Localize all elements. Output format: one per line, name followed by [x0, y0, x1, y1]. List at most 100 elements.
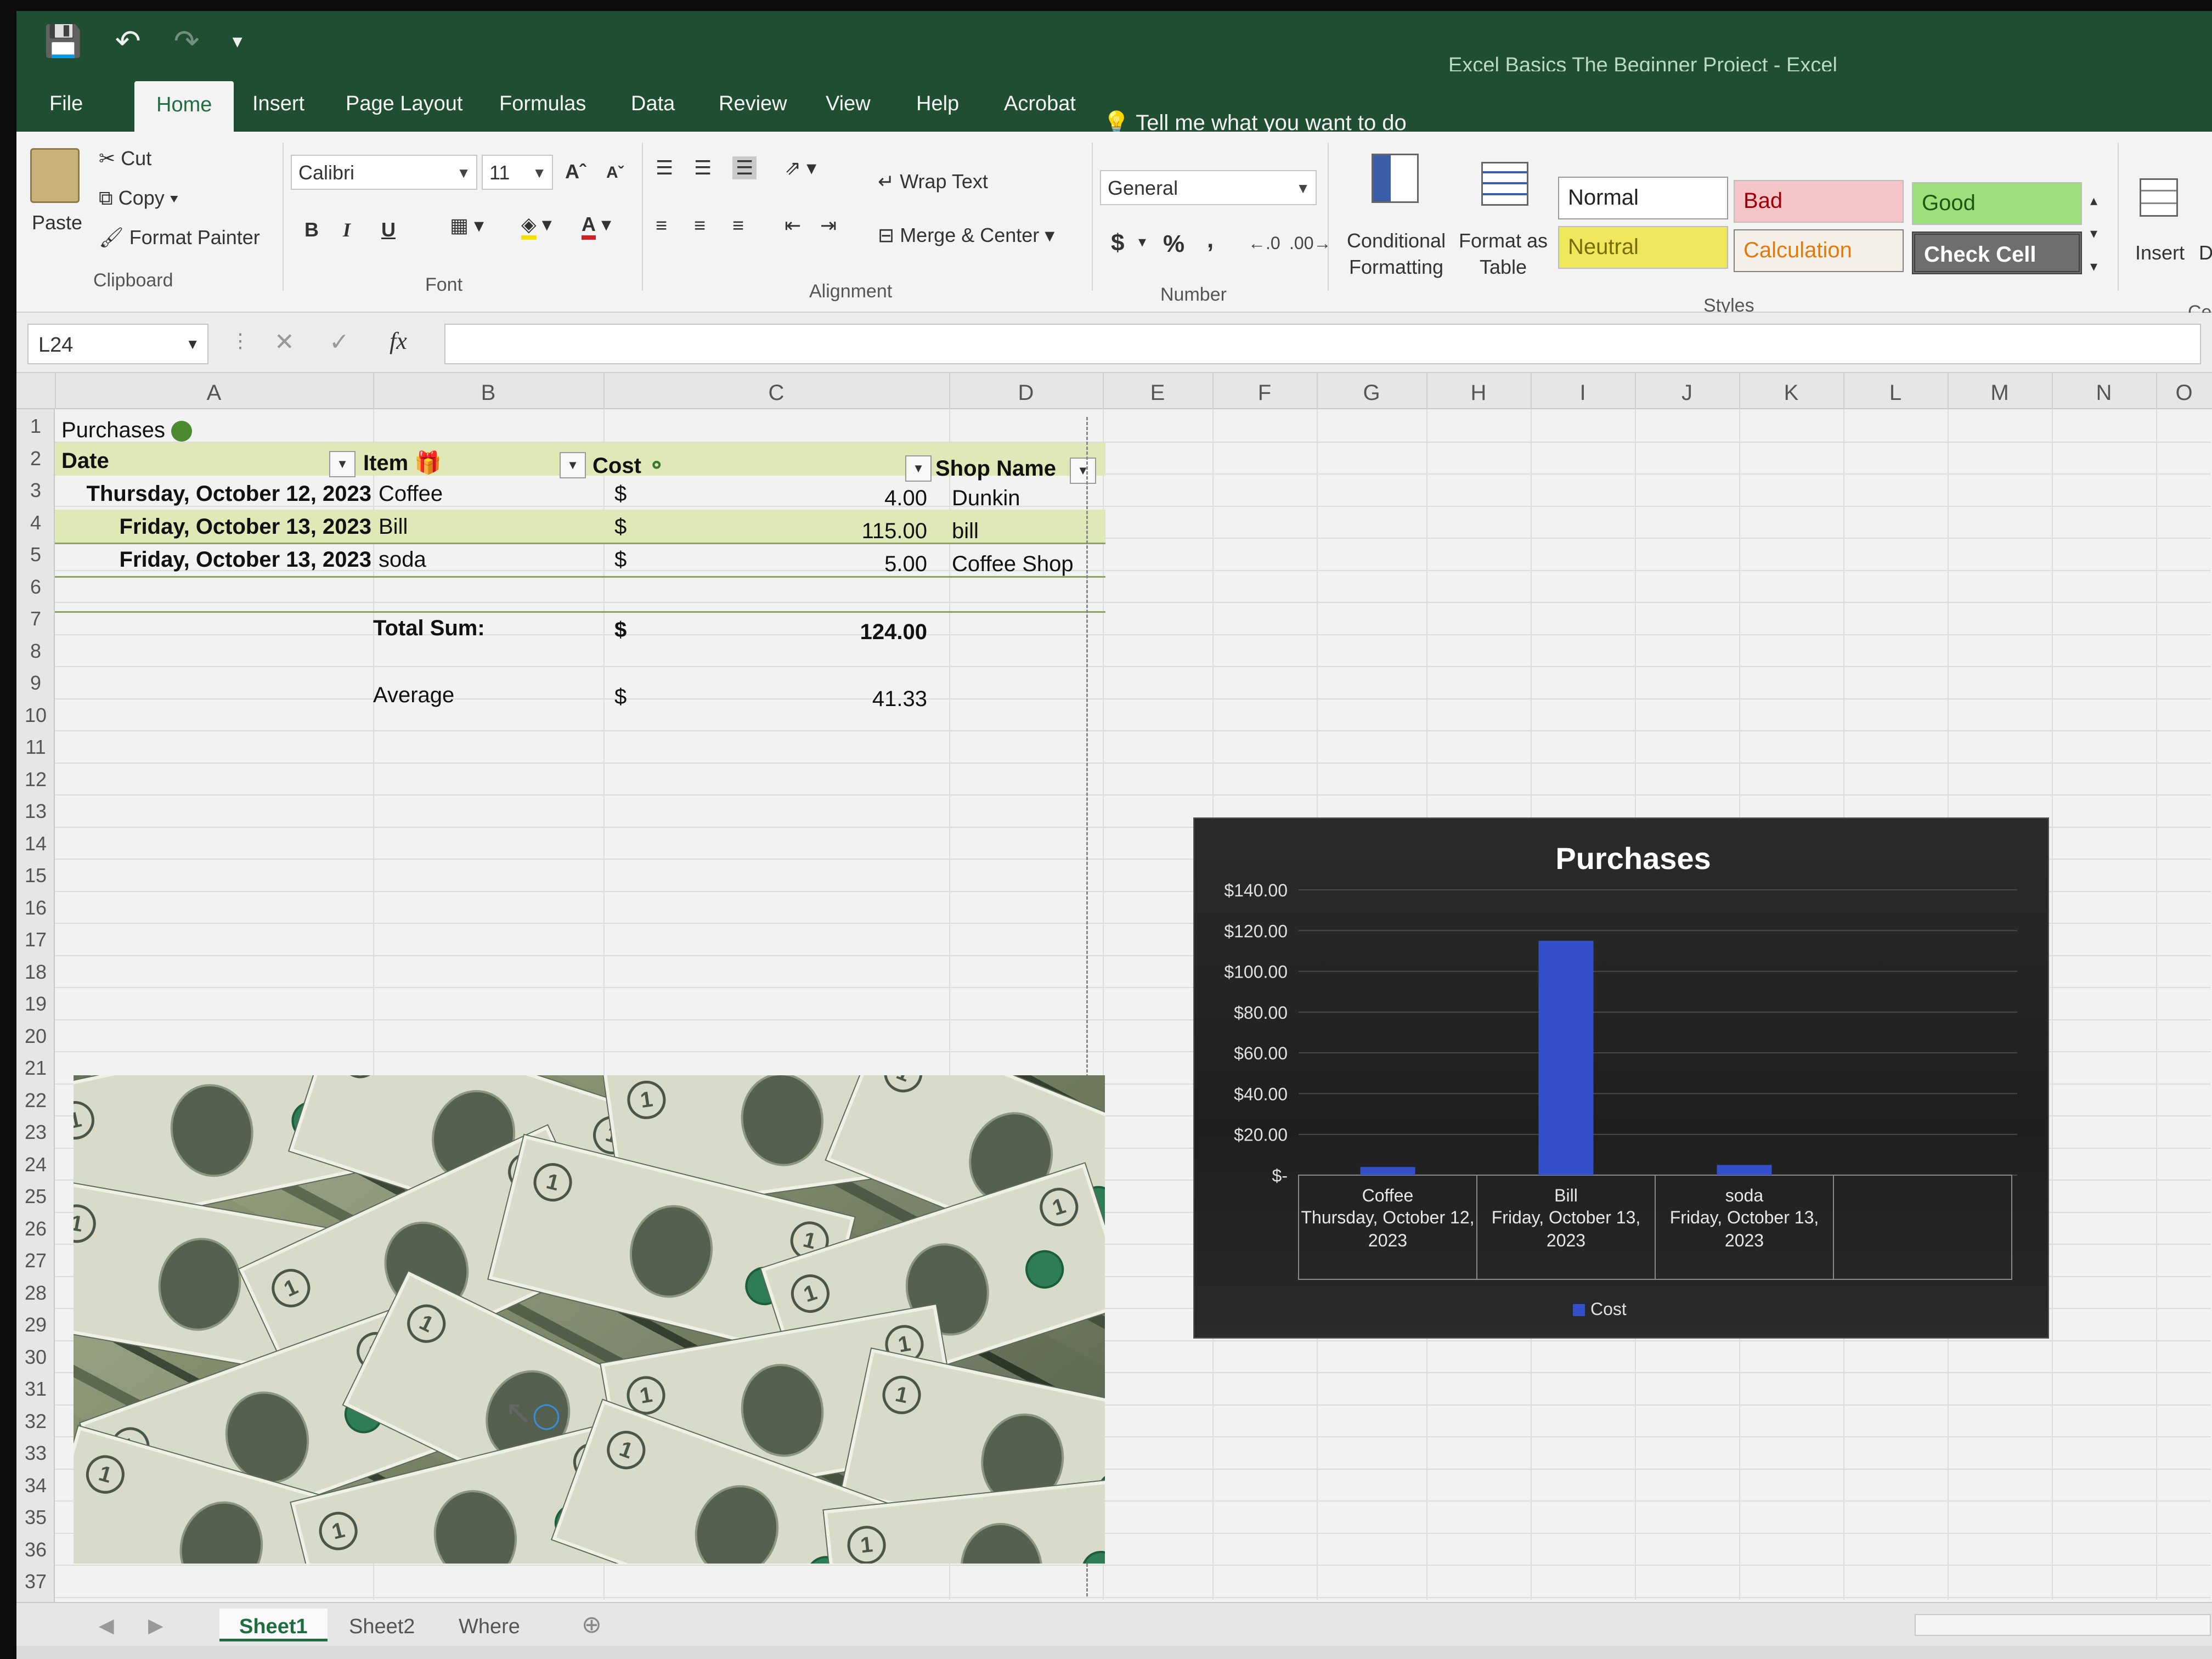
increase-font-size-icon[interactable]: Aˆ: [565, 160, 586, 183]
paste-button[interactable]: Paste: [32, 211, 82, 234]
column-header-e[interactable]: E: [1103, 381, 1212, 405]
column-header-h[interactable]: H: [1426, 381, 1531, 405]
align-right-icon[interactable]: ≡: [732, 214, 744, 237]
decrease-font-size-icon[interactable]: Aˇ: [606, 163, 624, 182]
cost-filter-button[interactable]: ▼: [905, 455, 932, 482]
record-item[interactable]: Coffee: [379, 482, 443, 506]
wrap-text-button[interactable]: ↵ Wrap Text: [878, 170, 988, 193]
header-cost[interactable]: Cost ⚬: [592, 453, 666, 478]
record-currency[interactable]: $: [614, 515, 627, 539]
record-cost[interactable]: 4.00: [785, 486, 927, 511]
format-as-table-icon[interactable]: [1481, 162, 1528, 206]
column-header-c[interactable]: C: [603, 381, 949, 405]
font-color-icon[interactable]: A ▾: [582, 213, 611, 240]
record-shop-name[interactable]: Coffee Shop: [952, 552, 1074, 577]
row-header-31[interactable]: 31: [16, 1378, 55, 1401]
formula-input[interactable]: [444, 324, 2201, 364]
purchases-chart[interactable]: Purchases $140.00 $120.00 $100.00 $80.00 $60.…: [1193, 817, 2049, 1339]
row-header-16[interactable]: 16: [16, 896, 55, 919]
row-header-19[interactable]: 19: [16, 992, 55, 1015]
row-header-34[interactable]: 34: [16, 1474, 55, 1497]
row-header-9[interactable]: 9: [16, 672, 55, 695]
column-header-b[interactable]: B: [373, 381, 603, 405]
tab-view[interactable]: View: [826, 92, 871, 116]
delete-cells-button[interactable]: Del: [2199, 241, 2212, 264]
tab-acrobat[interactable]: Acrobat: [1004, 92, 1076, 116]
column-header-n[interactable]: N: [2052, 381, 2156, 405]
increase-indent-icon[interactable]: ⇥: [820, 214, 837, 237]
increase-decimal-icon[interactable]: ←.0: [1248, 233, 1280, 253]
undo-icon[interactable]: ↶: [115, 23, 141, 59]
style-neutral[interactable]: Neutral: [1558, 226, 1728, 269]
redo-icon[interactable]: ↷: [174, 23, 200, 59]
scroll-tabs-left-icon[interactable]: ◀: [99, 1614, 114, 1637]
row-header-7[interactable]: 7: [16, 607, 55, 630]
average-currency[interactable]: $: [614, 685, 627, 709]
tab-data[interactable]: Data: [631, 92, 675, 116]
header-item[interactable]: Item 🎁: [363, 450, 442, 476]
row-header-4[interactable]: 4: [16, 511, 55, 534]
total-sum-label[interactable]: Total Sum:: [373, 616, 485, 641]
tab-insert[interactable]: Insert: [252, 92, 304, 116]
copy-button[interactable]: ⧉ Copy ▾: [99, 187, 178, 210]
row-header-5[interactable]: 5: [16, 543, 55, 566]
number-format-select[interactable]: General ▼: [1100, 170, 1317, 205]
row-header-6[interactable]: 6: [16, 575, 55, 599]
header-shop-name[interactable]: Shop Name: [935, 456, 1056, 481]
row-header-25[interactable]: 25: [16, 1185, 55, 1208]
insert-cells-icon[interactable]: [2140, 178, 2178, 217]
total-currency[interactable]: $: [614, 618, 627, 642]
decrease-indent-icon[interactable]: ⇤: [785, 214, 801, 237]
conditional-formatting-button[interactable]: Conditional Formatting: [1333, 228, 1459, 280]
styles-scroll-icon[interactable]: ▴ ▾ ▾: [2090, 184, 2097, 283]
row-header-33[interactable]: 33: [16, 1442, 55, 1465]
conditional-formatting-icon[interactable]: [1372, 154, 1419, 203]
record-cost[interactable]: 5.00: [785, 552, 927, 577]
format-as-table-button[interactable]: Format as Table: [1457, 228, 1550, 280]
fill-color-icon[interactable]: ◈ ▾: [521, 213, 552, 240]
record-cost[interactable]: 115.00: [785, 519, 927, 544]
row-header-13[interactable]: 13: [16, 800, 55, 823]
row-header-28[interactable]: 28: [16, 1282, 55, 1305]
add-sheet-icon[interactable]: ⊕: [582, 1611, 602, 1639]
row-header-12[interactable]: 12: [16, 768, 55, 791]
column-header-o[interactable]: O: [2156, 381, 2212, 405]
row-header-24[interactable]: 24: [16, 1153, 55, 1176]
customize-qat-icon[interactable]: ▾: [233, 30, 242, 59]
underline-button[interactable]: U: [381, 218, 396, 241]
row-header-17[interactable]: 17: [16, 928, 55, 951]
sheet-title[interactable]: Purchases: [61, 418, 193, 443]
horizontal-scrollbar[interactable]: [1915, 1614, 2211, 1636]
align-top-icon[interactable]: ☰: [656, 156, 673, 179]
align-center-icon[interactable]: ≡: [694, 214, 706, 237]
name-box[interactable]: L24 ▼: [27, 324, 208, 364]
item-filter-button[interactable]: ▼: [560, 452, 586, 478]
format-painter-button[interactable]: 🖌 Format Painter: [99, 226, 260, 249]
bold-button[interactable]: B: [304, 218, 319, 241]
sheet-tab-where[interactable]: Where: [439, 1609, 540, 1641]
worksheet-grid[interactable]: ABCDEFGHIJKLMNO 1 2 3 4 5 6 7 8 9 10 11 12 13 14 15 16 1…: [16, 373, 2212, 1616]
header-date[interactable]: Date: [61, 449, 109, 473]
borders-icon[interactable]: ▦ ▾: [450, 214, 484, 237]
row-header-1[interactable]: 1: [16, 415, 55, 438]
decrease-decimal-icon[interactable]: .00→: [1289, 233, 1331, 253]
record-shop-name[interactable]: Dunkin: [952, 486, 1020, 511]
date-filter-button[interactable]: ▼: [329, 451, 356, 477]
orientation-icon[interactable]: ⇗ ▾: [785, 156, 816, 179]
record-item[interactable]: Bill: [379, 515, 408, 539]
row-header-14[interactable]: 14: [16, 832, 55, 855]
column-header-g[interactable]: G: [1317, 381, 1426, 405]
average-value[interactable]: 41.33: [785, 687, 927, 712]
align-bottom-icon[interactable]: ☰: [732, 156, 757, 179]
tab-file[interactable]: File: [49, 92, 83, 116]
currency-dropdown-icon[interactable]: ▾: [1138, 233, 1146, 251]
style-normal[interactable]: Normal: [1558, 177, 1728, 219]
record-date[interactable]: Friday, October 13, 2023: [61, 548, 371, 572]
row-header-36[interactable]: 36: [16, 1538, 55, 1561]
row-header-2[interactable]: 2: [16, 447, 55, 470]
column-header-f[interactable]: F: [1212, 381, 1317, 405]
insert-function-button[interactable]: fx: [390, 327, 407, 355]
enter-icon[interactable]: ✓: [329, 328, 349, 356]
tab-formulas[interactable]: Formulas: [499, 92, 586, 116]
shop-filter-button[interactable]: ▼: [1070, 458, 1096, 484]
